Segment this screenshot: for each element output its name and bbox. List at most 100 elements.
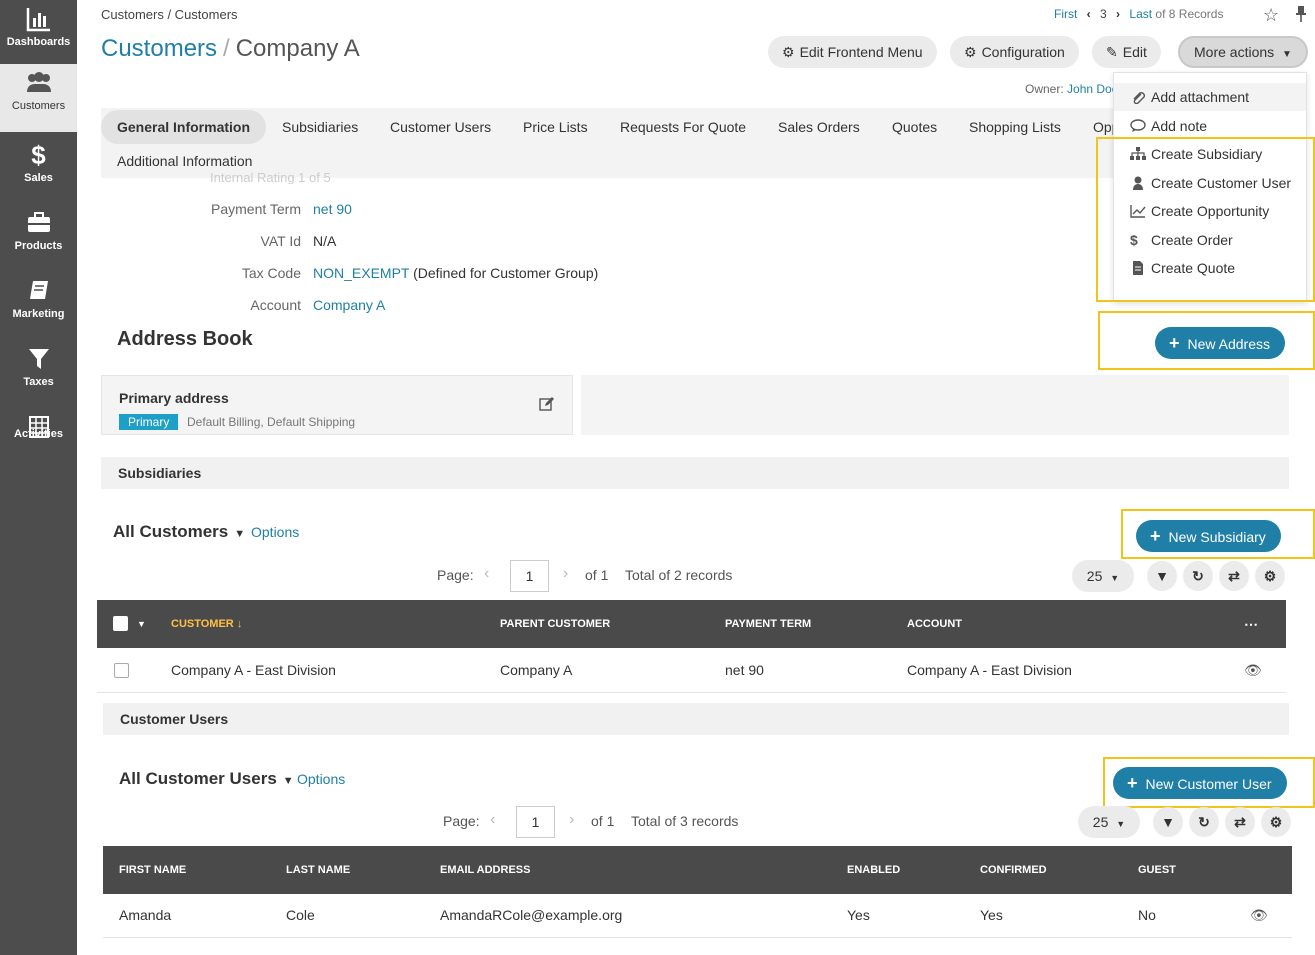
sidebar-item-taxes[interactable]: Taxes [0,340,77,408]
owner-link[interactable]: John Doe [1067,82,1118,96]
refresh-button[interactable]: ⇄ [1219,561,1249,591]
users-icon [26,72,51,92]
sidebar-label: Marketing [12,308,65,320]
sidebar-item-products[interactable]: Products [0,204,77,272]
column-parent-customer[interactable]: PARENT CUSTOMER [500,600,610,648]
highlight-frame [1098,311,1315,370]
tab-subsidiaries[interactable]: Subsidiaries [266,110,374,144]
page-title-section-link[interactable]: Customers [101,35,217,62]
reset-button[interactable]: ↻ [1183,561,1213,591]
tab-shopping-lists[interactable]: Shopping Lists [953,110,1077,144]
comment-icon [1130,119,1146,132]
select-all-checkbox[interactable] [113,616,128,631]
bar-chart-icon [26,8,50,32]
grid-settings-button[interactable]: ⚙ [1255,561,1285,591]
column-guest[interactable]: GUEST [1138,846,1176,894]
menu-item-add-attachment[interactable]: Add attachment [1114,83,1306,111]
dollar-icon: $ [31,140,46,170]
sidebar-label: Products [14,240,63,252]
page-number-input[interactable]: 1 [510,560,549,592]
column-last-name[interactable]: LAST NAME [286,846,350,894]
sidebar-item-customers[interactable]: Customers [0,64,77,132]
eye-icon[interactable]: 👁 [1244,662,1262,679]
sidebar-item-activities[interactable]: Activities [0,408,77,476]
filter-button[interactable]: ▼ [1153,807,1183,837]
column-payment-term[interactable]: PAYMENT TERM [725,600,811,648]
cell-email: AmandaRCole@example.org [440,907,623,923]
table-row[interactable]: Company A - East Division Company A net … [97,648,1286,693]
grid-options-link[interactable]: Options [297,771,345,787]
menu-item-label: Add attachment [1151,89,1250,105]
account-value[interactable]: Company A [313,297,385,313]
primary-address-card: Primary address Primary Default Billing,… [101,375,573,435]
menu-item-add-note[interactable]: Add note [1114,112,1306,140]
edit-frontend-menu-button[interactable]: ⚙ Edit Frontend Menu [768,36,937,68]
eye-icon[interactable]: 👁 [1250,907,1268,924]
all-customer-users-grid-title[interactable]: All Customer Users ▼ [119,769,294,789]
column-confirmed[interactable]: CONFIRMED [980,846,1047,894]
more-columns-icon[interactable]: ⋯ [1244,600,1258,648]
row-checkbox[interactable] [114,663,129,678]
reset-button[interactable]: ↻ [1189,807,1219,837]
tab-general-information[interactable]: General Information [101,110,267,144]
page-size-select[interactable]: 25 ▼ [1078,806,1140,838]
column-enabled[interactable]: ENABLED [847,846,900,894]
all-customers-grid-title[interactable]: All Customers ▼ [113,522,245,542]
subsidiaries-section-title: Subsidiaries [101,457,1289,489]
tax-code-label: Tax Code [241,265,301,281]
pin-icon[interactable] [1296,6,1306,22]
payment-term-value[interactable]: net 90 [313,201,352,217]
chevron-left-icon[interactable]: ‹ [490,811,495,829]
filter-button[interactable]: ▼ [1147,561,1177,591]
column-account[interactable]: ACCOUNT [907,600,962,648]
column-customer[interactable]: CUSTOMER ↓ [171,600,242,648]
chevron-right-icon[interactable]: › [569,811,574,829]
sidebar-item-marketing[interactable]: Marketing [0,272,77,340]
sidebar-label: Sales [24,172,53,184]
customer-users-section-title: Customer Users [103,703,1289,735]
configuration-button[interactable]: ⚙ Configuration [950,36,1079,68]
tab-customer-users[interactable]: Customer Users [374,110,507,144]
page-title: Customers / Company A [101,35,360,63]
chevron-left-icon[interactable]: ‹ [484,565,489,583]
star-icon[interactable]: ☆ [1263,5,1279,26]
address-placeholder [581,375,1289,435]
sidebar-item-sales[interactable]: $ Sales [0,136,77,204]
tab-sales-orders[interactable]: Sales Orders [762,110,876,144]
sidebar-item-dashboards[interactable]: Dashboards [0,0,77,68]
last-record-link[interactable]: Last [1129,7,1152,21]
edit-button[interactable]: ✎ Edit [1092,36,1161,68]
page-number-input[interactable]: 1 [516,806,555,838]
account-label: Account [250,297,301,313]
first-record-link[interactable]: First [1054,7,1077,21]
primary-badge: Primary [119,414,179,430]
tab-requests-for-quote[interactable]: Requests For Quote [604,110,762,144]
tab-quotes[interactable]: Quotes [876,110,953,144]
more-actions-button[interactable]: More actions ▼ [1178,36,1308,68]
table-row[interactable]: Amanda Cole AmandaRCole@example.org Yes … [103,893,1292,938]
sidebar: Dashboards Customers $ Sales Products Ma… [0,0,77,955]
record-count: of 8 Records [1155,7,1224,21]
grid-options-link[interactable]: Options [251,524,299,540]
tax-code-value[interactable]: NON_EXEMPT [313,265,409,281]
tab-price-lists[interactable]: Price Lists [507,110,604,144]
column-first-name[interactable]: FIRST NAME [119,846,186,894]
chevron-right-icon[interactable]: › [1116,7,1120,21]
cell-payment-term: net 90 [725,662,764,678]
page-size-select[interactable]: 25 ▼ [1072,560,1134,592]
subsidiaries-table-header: ▼ CUSTOMER ↓ PARENT CUSTOMER PAYMENT TER… [97,600,1286,648]
cell-last-name: Cole [286,907,315,923]
caret-down-icon[interactable]: ▼ [137,600,146,648]
cell-parent-customer: Company A [500,662,573,678]
column-email-address[interactable]: EMAIL ADDRESS [440,846,530,894]
grid-settings-button[interactable]: ⚙ [1261,807,1291,837]
sort-desc-icon: ↓ [236,618,243,630]
tax-code-note: (Defined for Customer Group) [413,265,599,281]
highlight-frame [1096,137,1315,302]
refresh-button[interactable]: ⇄ [1225,807,1255,837]
gear-icon: ⚙ [1263,568,1277,584]
chevron-left-icon[interactable]: ‹ [1087,7,1091,21]
edit-icon[interactable] [539,396,555,412]
chevron-right-icon[interactable]: › [563,565,568,583]
cell-confirmed: Yes [980,907,1003,923]
